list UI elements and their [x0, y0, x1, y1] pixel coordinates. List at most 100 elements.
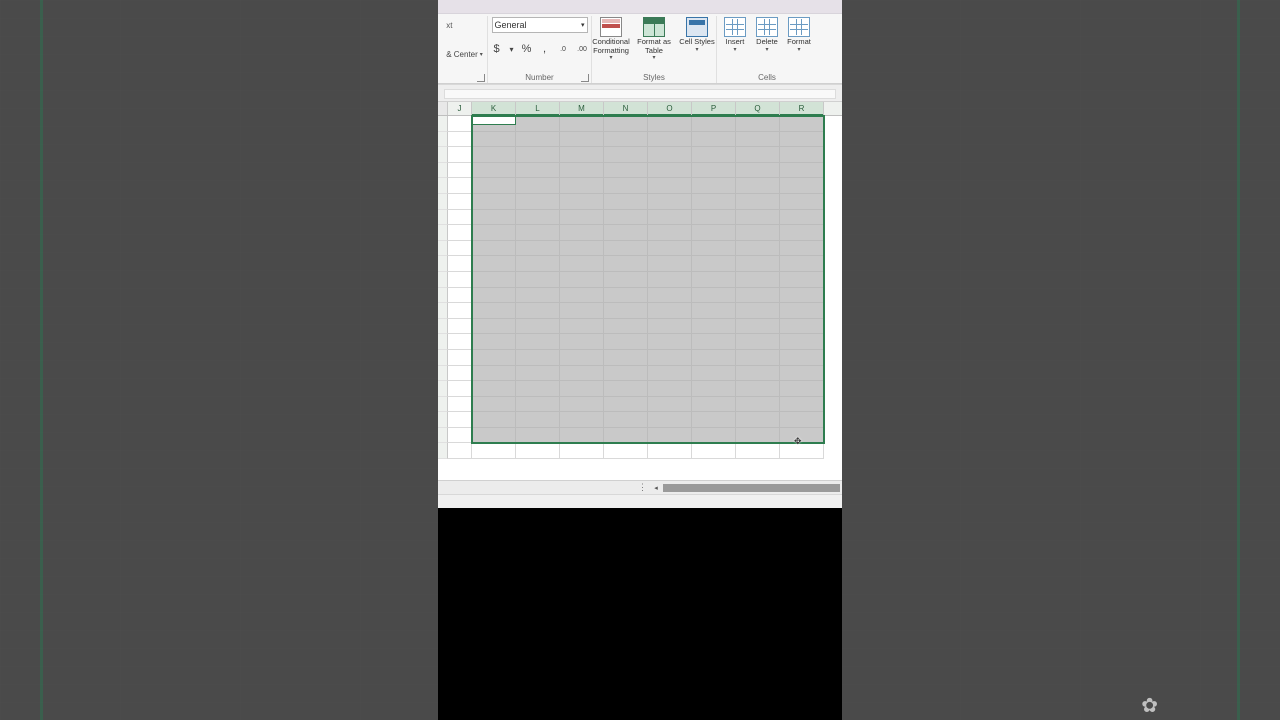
- cell[interactable]: [692, 116, 736, 132]
- cell[interactable]: [604, 210, 648, 226]
- cell[interactable]: [780, 366, 824, 382]
- col-header-J[interactable]: J: [448, 102, 472, 115]
- cell[interactable]: [736, 303, 780, 319]
- row-header[interactable]: [438, 334, 448, 350]
- cell[interactable]: [560, 225, 604, 241]
- cell[interactable]: [648, 210, 692, 226]
- cell[interactable]: [472, 256, 516, 272]
- cell[interactable]: [648, 178, 692, 194]
- cell[interactable]: [560, 412, 604, 428]
- cell[interactable]: [516, 210, 560, 226]
- cell[interactable]: [472, 397, 516, 413]
- cell[interactable]: [472, 225, 516, 241]
- cell[interactable]: [516, 319, 560, 335]
- row-header[interactable]: [438, 163, 448, 179]
- col-header-R[interactable]: R: [780, 102, 824, 115]
- cell[interactable]: [692, 194, 736, 210]
- cell[interactable]: [516, 397, 560, 413]
- insert-cells-button[interactable]: Insert ▾: [720, 16, 750, 68]
- cell[interactable]: [448, 225, 472, 241]
- cell[interactable]: [604, 256, 648, 272]
- cell[interactable]: [736, 147, 780, 163]
- cell[interactable]: [560, 288, 604, 304]
- cell[interactable]: [736, 428, 780, 444]
- cell[interactable]: [472, 334, 516, 350]
- cell[interactable]: [648, 194, 692, 210]
- cell[interactable]: [648, 225, 692, 241]
- cell[interactable]: [648, 428, 692, 444]
- dialog-launcher-icon[interactable]: [477, 74, 485, 82]
- cell[interactable]: [560, 381, 604, 397]
- cell[interactable]: [780, 256, 824, 272]
- cell[interactable]: [780, 397, 824, 413]
- cell[interactable]: [692, 241, 736, 257]
- cell[interactable]: [560, 350, 604, 366]
- col-header-N[interactable]: N: [604, 102, 648, 115]
- cell[interactable]: [780, 443, 824, 459]
- cell[interactable]: [692, 256, 736, 272]
- cell[interactable]: [472, 381, 516, 397]
- cell[interactable]: [604, 178, 648, 194]
- cell[interactable]: [692, 381, 736, 397]
- cell[interactable]: [604, 288, 648, 304]
- cell[interactable]: [780, 194, 824, 210]
- cell[interactable]: [736, 256, 780, 272]
- cell[interactable]: [448, 319, 472, 335]
- cell[interactable]: [604, 397, 648, 413]
- cell[interactable]: [648, 334, 692, 350]
- cell[interactable]: [604, 147, 648, 163]
- cell[interactable]: [692, 178, 736, 194]
- cell[interactable]: [780, 178, 824, 194]
- cell[interactable]: [448, 443, 472, 459]
- cell[interactable]: [604, 272, 648, 288]
- cell[interactable]: [780, 225, 824, 241]
- cell[interactable]: [448, 288, 472, 304]
- cell[interactable]: [736, 319, 780, 335]
- row-header[interactable]: [438, 272, 448, 288]
- cell[interactable]: [604, 116, 648, 132]
- cell[interactable]: [448, 116, 472, 132]
- cell[interactable]: [648, 350, 692, 366]
- cell[interactable]: [692, 147, 736, 163]
- cell[interactable]: [448, 272, 472, 288]
- cell[interactable]: [692, 397, 736, 413]
- format-as-table-button[interactable]: Format as Table ▾: [634, 16, 675, 68]
- cell[interactable]: [648, 397, 692, 413]
- scrollbar-track[interactable]: [663, 484, 840, 492]
- row-header[interactable]: [438, 381, 448, 397]
- cell[interactable]: [560, 272, 604, 288]
- cell[interactable]: [560, 319, 604, 335]
- cell[interactable]: [448, 194, 472, 210]
- cell[interactable]: [780, 412, 824, 428]
- cell[interactable]: [736, 241, 780, 257]
- cell[interactable]: [448, 178, 472, 194]
- cell-styles-button[interactable]: Cell Styles ▾: [677, 16, 718, 68]
- select-all-corner[interactable]: [438, 102, 448, 115]
- cell[interactable]: [472, 272, 516, 288]
- col-header-P[interactable]: P: [692, 102, 736, 115]
- cell[interactable]: [472, 132, 516, 148]
- cell[interactable]: [736, 225, 780, 241]
- cell[interactable]: [560, 303, 604, 319]
- cell[interactable]: [780, 288, 824, 304]
- cell[interactable]: [472, 303, 516, 319]
- cell[interactable]: [648, 412, 692, 428]
- increase-decimal-button[interactable]: .0: [554, 38, 572, 60]
- row-header[interactable]: [438, 132, 448, 148]
- cell[interactable]: [560, 194, 604, 210]
- cell[interactable]: [692, 288, 736, 304]
- cell[interactable]: [604, 319, 648, 335]
- cell[interactable]: [560, 256, 604, 272]
- cell[interactable]: [472, 163, 516, 179]
- cell[interactable]: [560, 116, 604, 132]
- cell[interactable]: [604, 132, 648, 148]
- col-header-M[interactable]: M: [560, 102, 604, 115]
- cell[interactable]: [736, 366, 780, 382]
- cell[interactable]: [516, 443, 560, 459]
- cell[interactable]: [472, 210, 516, 226]
- cell[interactable]: [780, 163, 824, 179]
- cell[interactable]: [692, 272, 736, 288]
- cell[interactable]: [648, 288, 692, 304]
- cell[interactable]: [448, 241, 472, 257]
- cell[interactable]: [560, 241, 604, 257]
